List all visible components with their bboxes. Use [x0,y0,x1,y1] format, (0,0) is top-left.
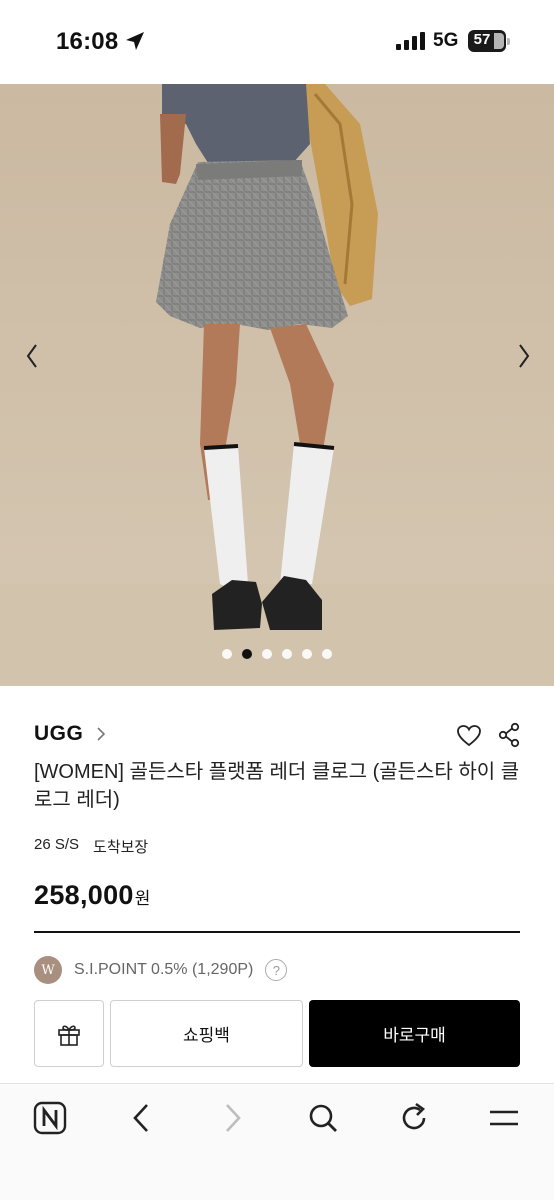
point-badge-icon: W [34,956,62,984]
season-label: 26 S/S [34,836,80,853]
meta-row: 26 S/S 도착보장 [34,836,148,857]
naver-icon[interactable] [32,1100,68,1136]
network-label: 5G [433,30,459,51]
price: 258,000 원 [34,880,150,911]
gift-icon [58,1024,80,1046]
shopping-bag-button[interactable]: 쇼핑백 [110,1000,303,1067]
carousel-dots [0,649,554,659]
gift-button[interactable] [34,1000,104,1067]
product-image-carousel[interactable] [0,84,554,686]
menu-icon[interactable] [486,1100,522,1136]
divider [34,931,520,933]
buy-now-button[interactable]: 바로구매 [309,1000,520,1067]
battery-percent: 57 [473,31,491,48]
heart-icon[interactable] [456,724,482,748]
carousel-dot[interactable] [262,649,272,659]
price-value: 258,000 [34,880,134,910]
brand-link[interactable]: UGG [34,722,107,746]
browser-toolbar [0,1083,554,1200]
point-row: W S.I.POINT 0.5% (1,290P) ? [34,956,288,984]
chevron-left-icon[interactable] [18,339,48,373]
back-icon[interactable] [124,1100,160,1136]
signal-icon [396,32,425,50]
share-icon[interactable] [497,722,521,748]
product-photo [0,84,554,686]
product-title: [WOMEN] 골든스타 플랫폼 레더 클로그 (골든스타 하이 클로그 레더) [34,761,520,811]
carousel-dot[interactable] [322,649,332,659]
carousel-dot[interactable] [282,649,292,659]
location-icon [126,32,144,50]
point-text: S.I.POINT 0.5% (1,290P) [74,961,254,978]
chevron-right-icon [97,727,106,741]
brand-name: UGG [34,722,84,745]
search-icon[interactable] [305,1100,341,1136]
status-time: 16:08 [56,28,119,55]
status-bar: 16:08 5G 57 [0,0,554,84]
carousel-dot[interactable] [242,649,252,659]
carousel-dot[interactable] [302,649,312,659]
reload-icon[interactable] [396,1100,432,1136]
chevron-right-icon[interactable] [508,339,538,373]
carousel-dot[interactable] [222,649,232,659]
forward-icon[interactable] [214,1100,250,1136]
price-currency: 원 [134,889,151,908]
battery-icon: 57 [468,30,510,52]
help-icon[interactable]: ? [265,959,288,981]
delivery-badge: 도착보장 [93,839,149,856]
